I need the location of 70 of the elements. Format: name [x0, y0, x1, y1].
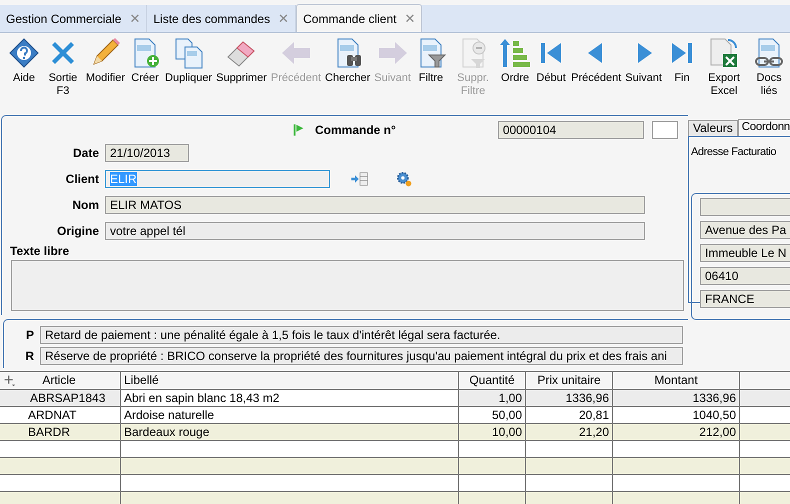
toolbar-button[interactable]: Fin	[664, 37, 700, 85]
sort-icon	[499, 37, 532, 69]
column-header[interactable]: Quantité	[459, 372, 526, 389]
chain-document-icon	[753, 37, 786, 69]
field-label: Origine	[56, 223, 99, 240]
toolbar-button[interactable]: Filtre	[412, 37, 449, 85]
column-header[interactable]: Montant	[613, 372, 740, 389]
free-text-area[interactable]	[11, 260, 684, 311]
toolbar-button[interactable]: Sortie F3	[42, 37, 84, 98]
table-cell: 21,20	[526, 424, 613, 440]
table-cell: 1336,96	[613, 390, 740, 406]
table-cell: BARDR	[0, 424, 121, 440]
toolbar-button[interactable]: Chercher	[323, 37, 372, 85]
input-field[interactable]: ELIR MATOS	[105, 196, 645, 214]
toolbar-button[interactable]: Export Excel	[700, 37, 748, 98]
input-field[interactable]: 21/10/2013	[105, 144, 189, 162]
term-field[interactable]: Retard de paiement : une pénalité égale à 1,5 fois le taux d'intérêt légal sera facturée.	[40, 326, 683, 344]
toolbar-button[interactable]: Docs liés	[748, 37, 790, 98]
address-field[interactable]: Avenue des Pa	[700, 220, 790, 238]
table-cell: Abri en sapin blanc 18,43 m2	[121, 390, 459, 406]
free-text-label: Texte libre	[10, 243, 70, 260]
toolbar-button[interactable]: Créer	[127, 37, 164, 85]
field-label: Client	[64, 171, 99, 188]
input-field[interactable]: votre appel tél	[105, 222, 645, 240]
tab[interactable]: Gestion Commerciale ✕	[0, 5, 148, 32]
toggle-field[interactable]	[652, 121, 678, 139]
field-label: Date	[72, 145, 99, 162]
flag-icon	[292, 123, 306, 137]
toolbar-button[interactable]: Suivant	[623, 37, 664, 85]
table-row[interactable]: ARDNAT Ardoise naturelle 50,00 20,81 1040,50	[0, 407, 790, 424]
column-header[interactable]: Article	[18, 372, 120, 389]
subtab[interactable]: Adresse Facturatio	[691, 144, 776, 160]
toolbar-button[interactable]: Aide	[6, 37, 42, 85]
gear-icon	[395, 170, 413, 188]
table-cell: ARDNAT	[0, 407, 121, 423]
address-field[interactable]: 06410	[700, 266, 790, 284]
add-column-icon	[2, 374, 16, 387]
address-field[interactable]: FRANCE	[700, 290, 790, 308]
term-code: R	[24, 348, 35, 364]
table-cell: 212,00	[613, 424, 740, 440]
toolbar-button[interactable]: Ordre	[497, 37, 534, 85]
copy-icon	[172, 37, 205, 69]
address-field[interactable]	[700, 198, 790, 216]
table-cell: 1336,96	[526, 390, 613, 406]
toolbar-button[interactable]: Dupliquer	[163, 37, 214, 85]
column-header[interactable]: Libellé	[121, 372, 459, 389]
table-cell: 20,81	[526, 407, 613, 423]
tab[interactable]: Coordonn	[738, 119, 790, 136]
toolbar-button[interactable]: Début	[533, 37, 570, 85]
table-cell: 10,00	[459, 424, 526, 440]
column-header[interactable]: Prix unitaire	[526, 372, 613, 389]
table-row[interactable]: ABRSAP1843 Abri en sapin blanc 18,43 m2 1,00 1336,96 1336,96	[0, 390, 790, 407]
field-label: Nom	[71, 197, 99, 214]
table-cell: 50,00	[459, 407, 526, 423]
order-number-field[interactable]: 00000104	[498, 121, 644, 139]
help-icon	[8, 37, 40, 69]
toolbar-button[interactable]: Supprimer	[214, 37, 269, 85]
table-row[interactable]: BARDR Bardeaux rouge 10,00 21,20 212,00	[0, 424, 790, 441]
toolbar-button[interactable]: Modifier	[84, 37, 128, 85]
table-cell: Bardeaux rouge	[121, 424, 459, 440]
toolbar-button[interactable]: Précédent	[569, 37, 624, 85]
tab[interactable]: Valeurs	[688, 120, 738, 136]
address-field[interactable]: Immeuble Le N	[700, 244, 790, 262]
table-cell: 1040,50	[613, 407, 740, 423]
order-number-label: Commande n°	[315, 122, 396, 139]
term-field[interactable]: Réserve de propriété : BRICO conserve la propriété des fournitures jusqu'au paiement intégral du prix et des frais ani	[40, 346, 683, 364]
term-code: P	[24, 326, 35, 344]
table-cell: Ardoise naturelle	[121, 407, 459, 423]
tab[interactable]: Commande client ✕	[296, 4, 422, 32]
table-cell: 1,00	[459, 390, 526, 406]
